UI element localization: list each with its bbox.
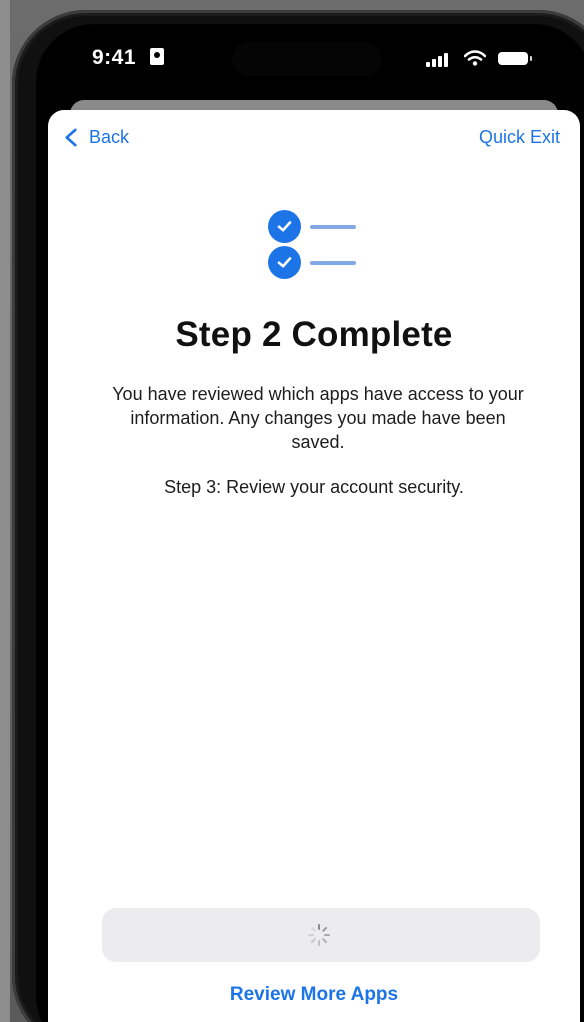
checkmark-circle-icon bbox=[268, 246, 301, 279]
battery-icon bbox=[498, 52, 532, 65]
phone-screen: 9:41 Back Quick Exit Step 2 Complete You… bbox=[36, 24, 584, 1022]
quick-exit-button[interactable]: Quick Exit bbox=[479, 127, 560, 148]
checkmark-circle-icon bbox=[268, 210, 301, 243]
completed-step-row bbox=[268, 210, 358, 244]
step-line-icon bbox=[310, 225, 356, 229]
setup-sheet: Back Quick Exit Step 2 Complete You have… bbox=[48, 110, 580, 1022]
completed-step-row bbox=[268, 246, 358, 280]
step-line-icon bbox=[310, 261, 356, 265]
review-more-apps-button[interactable]: Review More Apps bbox=[48, 984, 580, 1006]
cellular-signal-icon bbox=[426, 53, 452, 67]
completion-description: You have reviewed which apps have access… bbox=[112, 384, 524, 452]
back-label: Back bbox=[89, 127, 130, 147]
background-edge bbox=[0, 0, 10, 1022]
completed-steps-icon bbox=[268, 210, 358, 282]
status-time: 9:41 bbox=[92, 46, 137, 69]
chevron-left-icon bbox=[65, 128, 77, 147]
status-bar: 9:41 bbox=[36, 24, 584, 84]
back-button[interactable]: Back bbox=[62, 127, 129, 148]
phone-frame: 9:41 Back Quick Exit Step 2 Complete You… bbox=[12, 10, 584, 1022]
contact-card-icon bbox=[150, 48, 164, 65]
continue-button-loading[interactable] bbox=[102, 908, 540, 962]
next-step-text: Step 3: Review your account security. bbox=[164, 477, 464, 497]
wifi-icon bbox=[464, 50, 486, 66]
screenshot-stage: 9:41 Back Quick Exit Step 2 Complete You… bbox=[0, 0, 584, 1022]
dynamic-island bbox=[232, 42, 382, 76]
loading-spinner-icon bbox=[307, 923, 331, 947]
page-title: Step 2 Complete bbox=[175, 315, 453, 354]
